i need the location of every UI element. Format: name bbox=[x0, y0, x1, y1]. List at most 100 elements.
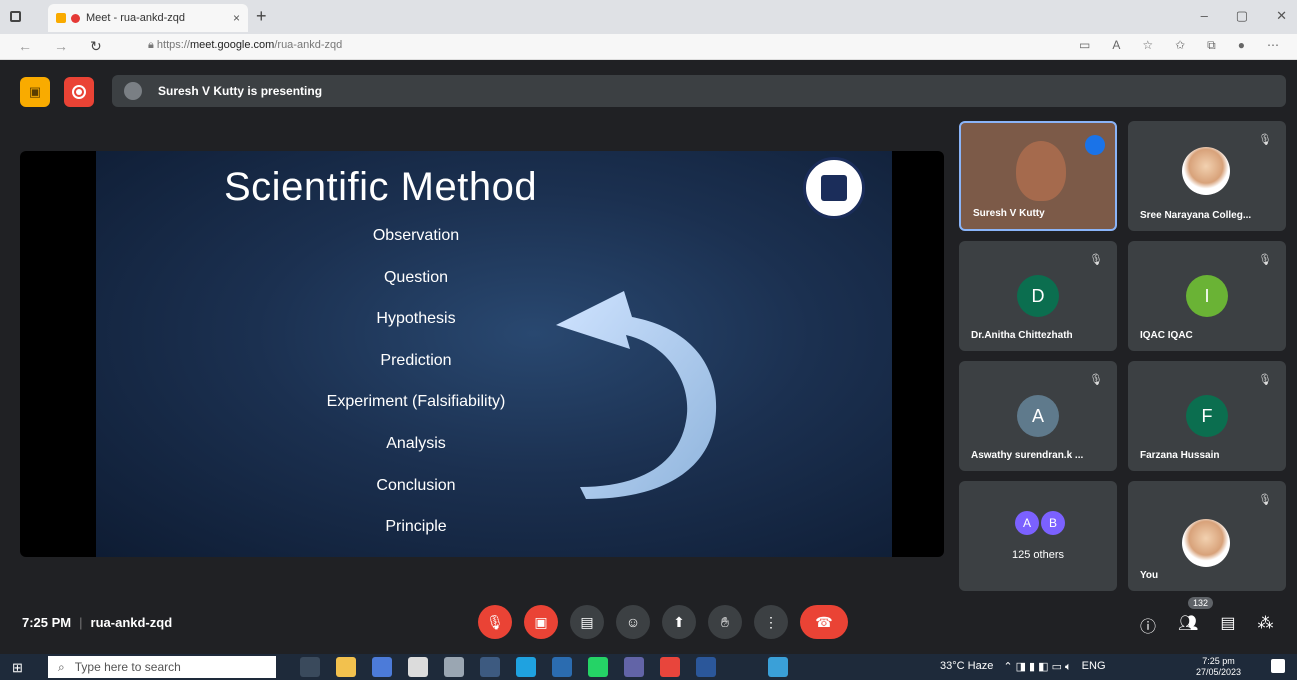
participant-tile[interactable]: 🎙︎ Sree Narayana Colleg... bbox=[1128, 121, 1286, 231]
mic-off-icon: 🎙︎ bbox=[1089, 374, 1103, 386]
participant-name: IQAC IQAC bbox=[1140, 330, 1193, 341]
side-controls: ⓘ 👥︎ ▤ ⁂ bbox=[1140, 613, 1273, 637]
app-icon[interactable] bbox=[768, 657, 788, 677]
meeting-code: rua-ankd-zqd bbox=[90, 615, 173, 630]
others-tile[interactable]: A B 125 others bbox=[959, 481, 1117, 591]
participant-tile[interactable]: 🎙︎ I IQAC IQAC bbox=[1128, 241, 1286, 351]
mic-toggle-button[interactable]: 🎙︎ bbox=[478, 605, 512, 639]
url-field[interactable]: 🔒︎ https://meet.google.com/rua-ankd-zqd bbox=[148, 39, 342, 52]
speaking-indicator-icon bbox=[1085, 135, 1105, 155]
captions-button[interactable]: ▤ bbox=[570, 605, 604, 639]
mic-off-icon: 🎙︎ bbox=[1258, 254, 1272, 266]
tray-icons[interactable]: ⌃ ◨ ▮ ◧ ▭ 🔈︎ bbox=[1003, 660, 1071, 674]
participant-avatar: A bbox=[1015, 511, 1039, 535]
profile-icon[interactable]: ● bbox=[1238, 38, 1245, 53]
chat-icon[interactable]: ▤ bbox=[1220, 613, 1235, 637]
browser-toolbar-icons: ▭ A ☆ ✩ ⧉ ● ⋯ bbox=[1079, 38, 1279, 53]
restore-button[interactable]: ▢ bbox=[1236, 8, 1248, 24]
collections-icon[interactable]: ⧉ bbox=[1207, 38, 1216, 53]
file-explorer-icon[interactable] bbox=[336, 657, 356, 677]
slide-steps: Observation Question Hypothesis Predicti… bbox=[296, 223, 536, 556]
others-avatars: A B bbox=[1015, 511, 1065, 535]
window-controls: – ▢ ✕ bbox=[1201, 8, 1287, 24]
presenter-avatar bbox=[124, 82, 142, 100]
info-icon[interactable]: ⓘ bbox=[1140, 613, 1156, 637]
participant-name: Sree Narayana Colleg... bbox=[1140, 210, 1252, 221]
presenting-text: Suresh V Kutty is presenting bbox=[158, 84, 323, 98]
windows-start-icon[interactable]: ⊞ bbox=[12, 660, 23, 676]
app-icon[interactable] bbox=[480, 657, 500, 677]
weather-text[interactable]: 33°C Haze bbox=[940, 660, 993, 674]
participant-name: You bbox=[1140, 570, 1159, 581]
slide-step: Prediction bbox=[380, 351, 452, 369]
word-icon[interactable] bbox=[696, 657, 716, 677]
slide-step: Observation bbox=[372, 227, 460, 244]
recording-dot-icon bbox=[71, 13, 80, 23]
favorite-icon[interactable]: ☆ bbox=[1142, 38, 1153, 53]
teams-icon[interactable] bbox=[624, 657, 644, 677]
meet-control-bar: 7:25 PM | rua-ankd-zqd 🎙︎ ▣ ▤ ☺ ⬆ ✋︎ ⋮ ☎︎ … bbox=[0, 597, 1297, 647]
people-icon[interactable]: 👥︎ bbox=[1178, 613, 1198, 637]
call-controls: 🎙︎ ▣ ▤ ☺ ⬆ ✋︎ ⋮ ☎︎ bbox=[478, 605, 848, 639]
presenting-banner: Suresh V Kutty is presenting bbox=[112, 75, 1286, 107]
task-view-icon[interactable] bbox=[300, 657, 320, 677]
forward-icon[interactable]: → bbox=[54, 38, 68, 55]
notification-icon[interactable] bbox=[1271, 659, 1285, 673]
tab-title: Meet - rua-ankd-zqd bbox=[86, 12, 186, 24]
participant-name: Aswathy surendran.k ... bbox=[971, 450, 1084, 461]
new-tab-button[interactable]: + bbox=[256, 6, 267, 27]
language-indicator[interactable]: ENG bbox=[1082, 660, 1106, 674]
more-options-button[interactable]: ⋮ bbox=[754, 605, 788, 639]
taskbar-apps bbox=[300, 657, 788, 677]
lock-icon: 🔒︎ bbox=[148, 39, 157, 51]
minimize-button[interactable]: – bbox=[1201, 8, 1208, 24]
whatsapp-icon[interactable] bbox=[588, 657, 608, 677]
present-button[interactable]: ⬆ bbox=[662, 605, 696, 639]
spacer bbox=[732, 657, 752, 677]
back-icon[interactable]: ← bbox=[18, 38, 32, 55]
more-icon[interactable]: ⋯ bbox=[1267, 38, 1279, 53]
others-count: 125 others bbox=[1012, 549, 1064, 561]
tab-close-button[interactable]: × bbox=[233, 11, 240, 25]
tab-actions-icon[interactable] bbox=[10, 11, 21, 22]
edge-icon[interactable] bbox=[516, 657, 536, 677]
raise-hand-button[interactable]: ✋︎ bbox=[708, 605, 742, 639]
camera-toggle-button[interactable]: ▣ bbox=[524, 605, 558, 639]
app-icon[interactable] bbox=[408, 657, 428, 677]
mic-off-icon: 🎙︎ bbox=[1258, 374, 1272, 386]
mic-off-icon: 🎙︎ bbox=[1089, 254, 1103, 266]
chrome-icon[interactable] bbox=[660, 657, 680, 677]
slide-step: Principle bbox=[385, 518, 447, 536]
app-available-icon[interactable]: ▭ bbox=[1079, 38, 1090, 53]
end-call-button[interactable]: ☎︎ bbox=[800, 605, 848, 639]
participant-name: Suresh V Kutty bbox=[973, 208, 1045, 219]
participant-tile[interactable]: 🎙︎ F Farzana Hussain bbox=[1128, 361, 1286, 471]
participant-tile[interactable]: Suresh V Kutty bbox=[959, 121, 1117, 231]
participant-tile[interactable]: 🎙︎ A Aswathy surendran.k ... bbox=[959, 361, 1117, 471]
read-aloud-icon[interactable]: A bbox=[1112, 38, 1120, 53]
app-icon[interactable] bbox=[444, 657, 464, 677]
address-bar: ← → ↻ 🔒︎ https://meet.google.com/rua-ank… bbox=[0, 34, 1297, 60]
participant-tile[interactable]: 🎙︎ D Dr.Anitha Chittezhath bbox=[959, 241, 1117, 351]
taskbar-search[interactable]: ⌕ Type here to search bbox=[48, 656, 276, 678]
mic-off-icon: 🎙︎ bbox=[1258, 134, 1272, 146]
college-seal-icon bbox=[803, 157, 865, 219]
browser-tab[interactable]: Meet - rua-ankd-zqd × bbox=[48, 4, 248, 32]
self-tile[interactable]: 🎙︎ You bbox=[1128, 481, 1286, 591]
search-placeholder: Type here to search bbox=[74, 660, 181, 674]
present-icon[interactable]: ▣ bbox=[20, 77, 50, 107]
taskbar-clock[interactable]: 7:25 pm 27/05/2023 bbox=[1196, 656, 1241, 678]
slide-step: Conclusion bbox=[376, 476, 456, 494]
mail-icon[interactable] bbox=[552, 657, 572, 677]
dropbox-icon[interactable] bbox=[372, 657, 392, 677]
close-window-button[interactable]: ✕ bbox=[1276, 8, 1287, 24]
reload-icon[interactable]: ↻ bbox=[90, 38, 102, 55]
activities-icon[interactable]: ⁂ bbox=[1257, 613, 1273, 637]
recording-button[interactable] bbox=[64, 77, 94, 107]
slide-step: Experiment (Falsifiability) bbox=[326, 393, 506, 411]
favorites-list-icon[interactable]: ✩ bbox=[1175, 38, 1185, 53]
participant-count-badge: 132 bbox=[1188, 597, 1214, 609]
emoji-button[interactable]: ☺ bbox=[616, 605, 650, 639]
system-tray: 33°C Haze ⌃ ◨ ▮ ◧ ▭ 🔈︎ ENG bbox=[940, 660, 1106, 674]
windows-taskbar: ⊞ ⌕ Type here to search 33°C Haze ⌃ ◨ ▮ … bbox=[0, 654, 1297, 680]
